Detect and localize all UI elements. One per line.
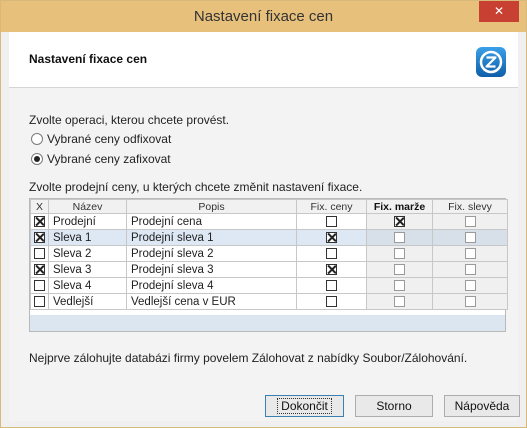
app-logo-icon	[476, 47, 506, 77]
price-name: Sleva 1	[48, 229, 127, 246]
close-button[interactable]: ✕	[479, 1, 519, 22]
row-select-cell	[30, 293, 49, 310]
row-select-checkbox[interactable]	[34, 247, 45, 259]
fix-discount-cell	[432, 229, 508, 246]
fix-discount-cell	[432, 213, 508, 230]
col-header-fix-ceny[interactable]: Fix. ceny	[296, 199, 367, 214]
fix-margin-cell	[366, 213, 433, 230]
fix-price-cell	[296, 261, 367, 278]
fix-margin-checkbox[interactable]	[394, 215, 405, 227]
fix-margin-checkbox[interactable]	[394, 295, 405, 307]
fix-price-checkbox[interactable]	[326, 279, 337, 291]
row-select-checkbox[interactable]	[34, 231, 45, 243]
fix-discount-checkbox[interactable]	[464, 215, 476, 227]
fix-margin-checkbox[interactable]	[394, 263, 405, 275]
row-select-cell	[30, 261, 49, 278]
radio-unfix[interactable]	[31, 133, 43, 145]
fix-discount-checkbox[interactable]	[464, 295, 476, 307]
fix-price-cell	[296, 229, 367, 246]
price-description: Prodejní sleva 1	[126, 229, 297, 246]
table-row[interactable]: Prodejní Prodejní cena	[30, 213, 508, 230]
prices-grid[interactable]: X Název Popis Fix. ceny Fix. marže Fix. …	[29, 198, 508, 332]
prices-prompt: Zvolte prodejní ceny, u kterých chcete z…	[29, 180, 363, 194]
table-row[interactable]: Sleva 2 Prodejní sleva 2	[30, 245, 508, 262]
col-header-popis[interactable]: Popis	[126, 199, 297, 214]
fix-margin-checkbox[interactable]	[394, 247, 405, 259]
fix-price-cell	[296, 277, 367, 294]
fix-discount-checkbox[interactable]	[464, 247, 476, 259]
grid-footer	[30, 315, 505, 331]
window-title: Nastavení fixace cen	[193, 8, 334, 25]
finish-button[interactable]: Dokončit	[265, 395, 344, 417]
col-header-x[interactable]: X	[30, 199, 49, 214]
finish-button-label: Dokončit	[277, 398, 332, 414]
price-name: Vedlejší	[48, 293, 127, 310]
table-row[interactable]: Sleva 1 Prodejní sleva 1	[30, 229, 508, 246]
price-description: Prodejní sleva 2	[126, 245, 297, 262]
col-header-fix-slevy[interactable]: Fix. slevy	[432, 199, 508, 214]
fix-price-cell	[296, 213, 367, 230]
operation-prompt: Zvolte operaci, kterou chcete provést.	[29, 113, 230, 127]
fix-price-checkbox[interactable]	[326, 231, 337, 243]
fix-discount-checkbox[interactable]	[464, 263, 476, 275]
col-header-nazev[interactable]: Název	[48, 199, 127, 214]
price-description: Prodejní sleva 3	[126, 261, 297, 278]
row-select-checkbox[interactable]	[34, 279, 45, 291]
grid-header-row: X Název Popis Fix. ceny Fix. marže Fix. …	[30, 199, 508, 214]
row-select-checkbox[interactable]	[34, 295, 45, 307]
table-row[interactable]: Sleva 4 Prodejní sleva 4	[30, 277, 508, 294]
fix-price-checkbox[interactable]	[326, 263, 337, 275]
row-select-checkbox[interactable]	[34, 215, 45, 227]
header-panel: Nastavení fixace cen	[9, 32, 518, 88]
col-header-fix-marze[interactable]: Fix. marže	[366, 199, 433, 214]
fix-price-checkbox[interactable]	[326, 295, 337, 307]
price-description: Prodejní cena	[126, 213, 297, 230]
row-select-cell	[30, 229, 49, 246]
fix-margin-checkbox[interactable]	[394, 279, 405, 291]
price-name: Sleva 3	[48, 261, 127, 278]
fix-discount-checkbox[interactable]	[464, 279, 476, 291]
price-description: Vedlejší cena v EUR	[126, 293, 297, 310]
price-name: Prodejní	[48, 213, 127, 230]
dialog-window: Nastavení fixace cen ✕ Nastavení fixace …	[0, 0, 527, 428]
row-select-cell	[30, 277, 49, 294]
fix-margin-cell	[366, 277, 433, 294]
fix-discount-cell	[432, 245, 508, 262]
title-bar[interactable]: Nastavení fixace cen ✕	[1, 1, 526, 32]
radio-fix[interactable]	[31, 153, 43, 165]
fix-discount-cell	[432, 261, 508, 278]
fix-margin-checkbox[interactable]	[394, 231, 405, 243]
row-select-checkbox[interactable]	[34, 263, 45, 275]
fix-price-checkbox[interactable]	[326, 247, 337, 259]
fix-price-cell	[296, 293, 367, 310]
fix-discount-cell	[432, 277, 508, 294]
fix-margin-cell	[366, 229, 433, 246]
price-name: Sleva 4	[48, 277, 127, 294]
help-button[interactable]: Nápověda	[444, 395, 520, 417]
fix-discount-cell	[432, 293, 508, 310]
radio-fix-label[interactable]: Vybrané ceny zafixovat	[47, 152, 171, 166]
cancel-button[interactable]: Storno	[355, 395, 433, 417]
row-select-cell	[30, 213, 49, 230]
header-title: Nastavení fixace cen	[29, 52, 148, 66]
price-name: Sleva 2	[48, 245, 127, 262]
fix-margin-cell	[366, 261, 433, 278]
price-description: Prodejní sleva 4	[126, 277, 297, 294]
row-select-cell	[30, 245, 49, 262]
radio-unfix-label[interactable]: Vybrané ceny odfixovat	[47, 132, 171, 146]
table-row[interactable]: Vedlejší Vedlejší cena v EUR	[30, 293, 508, 310]
fix-price-cell	[296, 245, 367, 262]
fix-discount-checkbox[interactable]	[464, 231, 476, 243]
fix-price-checkbox[interactable]	[326, 215, 337, 227]
backup-note: Nejprve zálohujte databázi firmy povelem…	[29, 351, 468, 365]
fix-margin-cell	[366, 245, 433, 262]
fix-margin-cell	[366, 293, 433, 310]
table-row[interactable]: Sleva 3 Prodejní sleva 3	[30, 261, 508, 278]
